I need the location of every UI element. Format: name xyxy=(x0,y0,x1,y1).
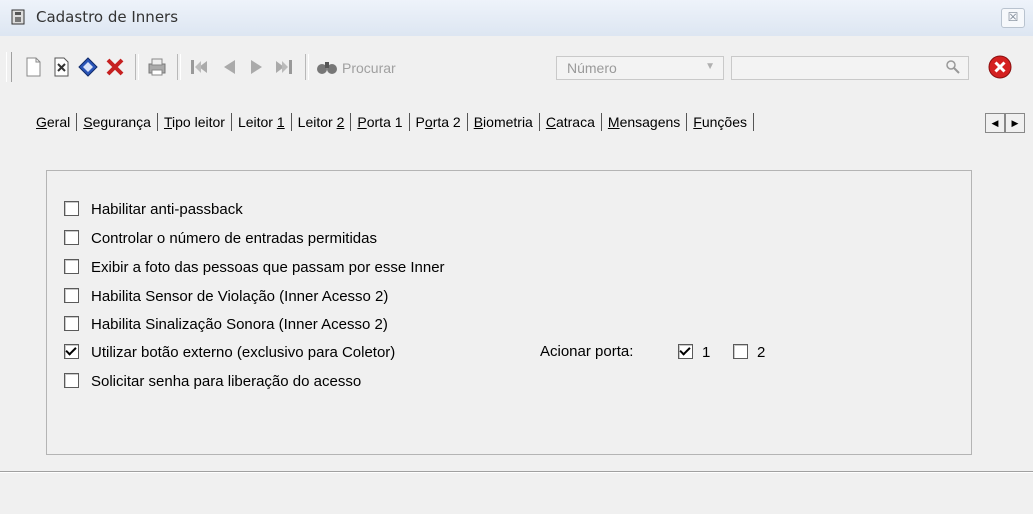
search-button-label[interactable]: Procurar xyxy=(342,60,396,76)
option-label: Habilita Sinalização Sonora (Inner Acess… xyxy=(91,315,388,333)
tab-accelerator: T xyxy=(163,114,173,130)
checkbox-box[interactable] xyxy=(678,343,693,359)
divider xyxy=(0,471,1033,473)
save-icon[interactable] xyxy=(77,56,99,78)
last-icon[interactable] xyxy=(273,56,295,78)
app-icon xyxy=(10,8,28,26)
chevron-down-icon[interactable]: ▼ xyxy=(705,61,715,72)
window-title: Cadastro de Inners xyxy=(36,8,179,26)
tab-3[interactable]: Leitor 1 xyxy=(232,113,292,131)
tab-7[interactable]: Biometria xyxy=(468,113,540,131)
tab-accelerator: P xyxy=(357,114,367,130)
tab-label-part: iometria xyxy=(483,114,533,130)
option-label: Habilita Sensor de Violação (Inner Acess… xyxy=(91,287,389,305)
tab-label-part: atraca xyxy=(555,114,595,130)
tab-0[interactable]: Geral xyxy=(30,113,78,131)
tab-scroll-left-icon[interactable]: ◀ xyxy=(985,113,1005,133)
tab-scroll-right-icon[interactable]: ▶ xyxy=(1005,113,1025,133)
tab-label-part: ensagens xyxy=(619,114,681,130)
toolbar-separator xyxy=(305,54,309,80)
option-label: Solicitar senha para liberação do acesso xyxy=(91,372,362,390)
option-label: Exibir a foto das pessoas que passam por… xyxy=(91,258,445,276)
toolbar-separator xyxy=(177,54,181,80)
option-row[interactable]: Utilizar botão externo (exclusivo para C… xyxy=(64,343,395,363)
option-checkbox[interactable] xyxy=(64,315,79,331)
exit-icon[interactable] xyxy=(987,54,1013,80)
tab-label-part: orta 1 xyxy=(366,114,403,130)
new-icon[interactable] xyxy=(22,56,44,78)
delete-icon[interactable] xyxy=(104,56,126,78)
print-icon[interactable] xyxy=(146,56,168,78)
first-icon[interactable] xyxy=(188,56,210,78)
tab-label-part: ipo leitor xyxy=(172,114,225,130)
tab-label-part: eral xyxy=(46,114,71,130)
tab-accelerator: 1 xyxy=(276,114,285,130)
next-icon[interactable] xyxy=(246,56,268,78)
option-row[interactable]: Habilita Sensor de Violação (Inner Acess… xyxy=(64,287,388,307)
option-checkbox[interactable] xyxy=(64,287,79,303)
search-field-select[interactable]: Número ▼ xyxy=(556,56,724,80)
tab-label-part: egurança xyxy=(92,114,151,130)
tab-1[interactable]: Segurança xyxy=(77,113,158,131)
tab-accelerator: F xyxy=(693,114,702,130)
port-2-checkbox[interactable]: 2 xyxy=(733,343,765,361)
option-checkbox[interactable] xyxy=(64,258,79,274)
tab-2[interactable]: Tipo leitor xyxy=(158,113,232,131)
toolbar: Procurar Número ▼ xyxy=(0,46,1033,90)
checkbox-box[interactable] xyxy=(733,343,748,359)
option-checkbox[interactable] xyxy=(64,372,79,388)
option-label: Controlar o número de entradas permitida… xyxy=(91,229,377,247)
option-row[interactable]: Controlar o número de entradas permitida… xyxy=(64,229,377,249)
acionar-porta-label: Acionar porta: xyxy=(540,343,634,360)
tab-label-part: P xyxy=(415,114,425,130)
tab-accelerator: o xyxy=(424,114,433,130)
tab-label-part: Leitor xyxy=(297,114,337,130)
option-checkbox[interactable] xyxy=(64,343,79,359)
tab-6[interactable]: Porta 2 xyxy=(410,113,468,131)
option-row[interactable]: Exibir a foto das pessoas que passam por… xyxy=(64,258,445,278)
edit-icon[interactable] xyxy=(50,56,72,78)
option-checkbox[interactable] xyxy=(64,229,79,245)
option-label: Utilizar botão externo (exclusivo para C… xyxy=(91,343,396,361)
tab-label-part: Leitor xyxy=(237,114,277,130)
tab-accelerator: C xyxy=(545,114,556,130)
tab-9[interactable]: Mensagens xyxy=(602,113,688,131)
search-input[interactable] xyxy=(731,56,969,80)
tab-label-part: rta 2 xyxy=(432,114,461,130)
close-window-button[interactable]: ☒ xyxy=(1001,8,1025,28)
option-row[interactable]: Habilitar anti-passback xyxy=(64,200,243,220)
tab-bar: Geral Segurança Tipo leitor Leitor 1 Leitor … xyxy=(30,113,754,135)
tab-accelerator: S xyxy=(83,114,93,130)
option-label: Habilitar anti-passback xyxy=(91,200,243,218)
tab-accelerator: G xyxy=(36,114,47,130)
tab-accelerator: 2 xyxy=(336,114,345,130)
search-field-value: Número xyxy=(567,60,617,76)
tab-accelerator: B xyxy=(473,114,484,130)
prev-icon[interactable] xyxy=(218,56,240,78)
binoculars-icon[interactable] xyxy=(316,58,338,79)
option-row[interactable]: Habilita Sinalização Sonora (Inner Acess… xyxy=(64,315,388,335)
tab-4[interactable]: Leitor 2 xyxy=(292,113,352,131)
tab-scroll: ◀ ▶ xyxy=(985,113,1025,133)
tab-accelerator: M xyxy=(607,114,620,130)
tab-8[interactable]: Catraca xyxy=(540,113,602,131)
tab-10[interactable]: Funções xyxy=(687,113,754,131)
title-bar: Cadastro de Inners ☒ xyxy=(0,0,1033,36)
tab-label-part: unções xyxy=(701,114,747,130)
option-checkbox[interactable] xyxy=(64,200,79,216)
tab-5[interactable]: Porta 1 xyxy=(351,113,410,131)
option-row[interactable]: Solicitar senha para liberação do acesso xyxy=(64,372,361,392)
search-icon[interactable] xyxy=(946,60,960,77)
port-1-checkbox[interactable]: 1 xyxy=(678,343,710,361)
toolbar-grip[interactable] xyxy=(6,52,12,82)
toolbar-separator xyxy=(135,54,139,80)
